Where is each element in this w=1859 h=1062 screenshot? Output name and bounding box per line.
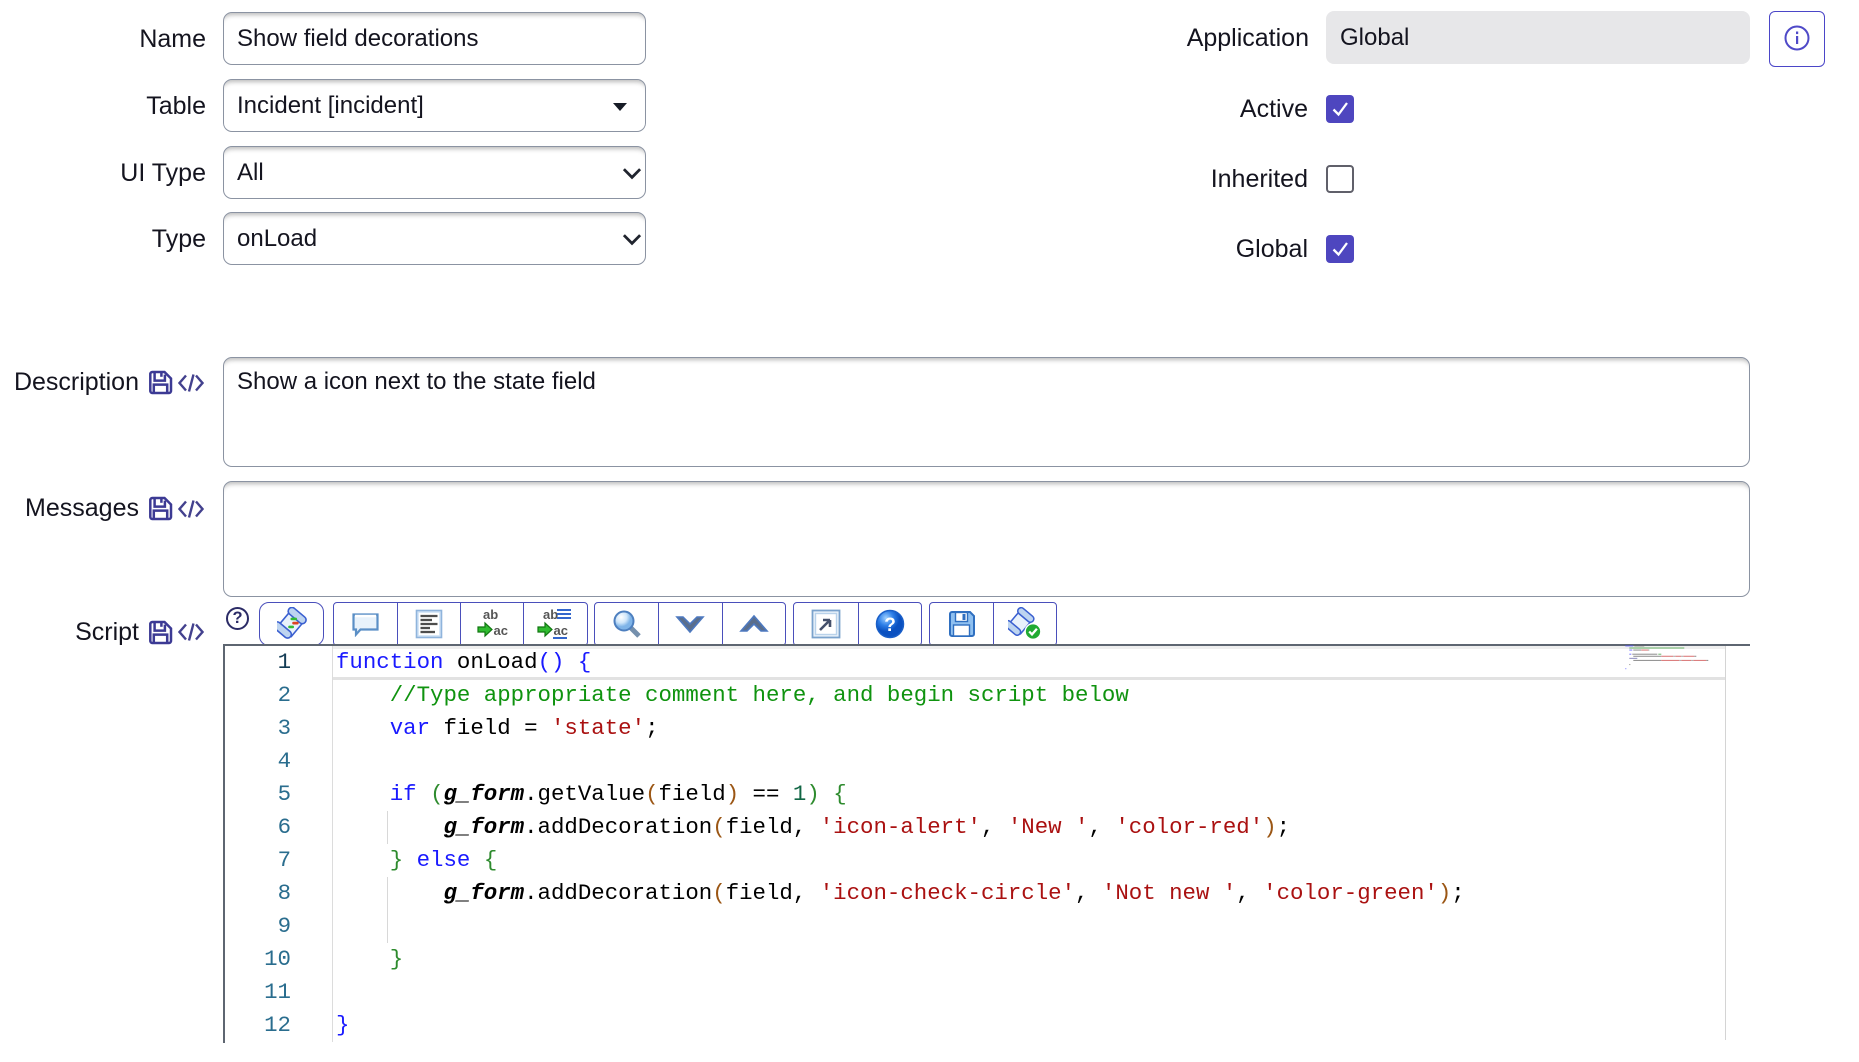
svg-text:ac: ac (494, 623, 508, 638)
svg-text:ac: ac (554, 623, 568, 638)
svg-text:ab: ab (483, 607, 498, 622)
svg-text:ab: ab (543, 607, 558, 622)
svg-text:?: ? (884, 615, 896, 636)
